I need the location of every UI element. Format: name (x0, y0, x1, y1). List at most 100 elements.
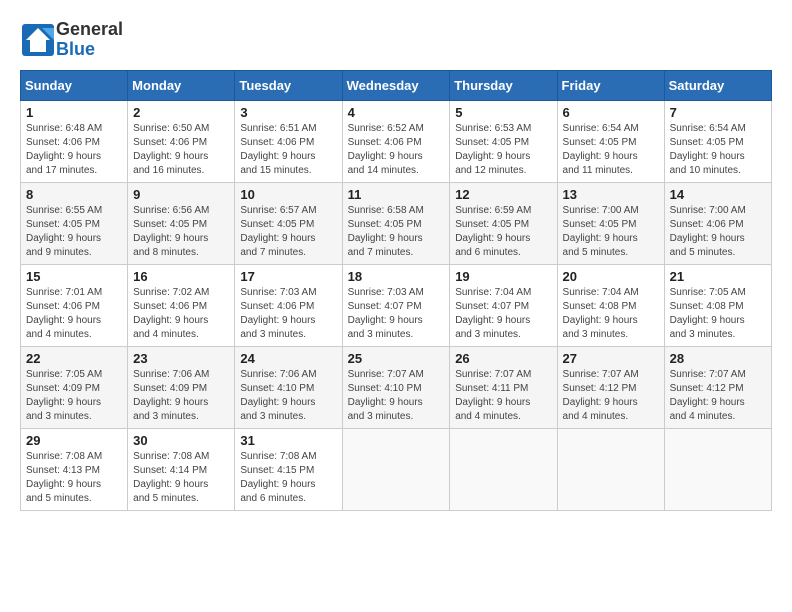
day-info: Sunrise: 6:50 AM Sunset: 4:06 PM Dayligh… (133, 122, 229, 178)
day-number: 6 (563, 105, 659, 120)
calendar-row: 1 Sunrise: 6:48 AM Sunset: 4:06 PM Daylig… (21, 100, 772, 182)
calendar-header: SundayMondayTuesdayWednesdayThursdayFrid… (21, 70, 772, 100)
day-info: Sunrise: 7:08 AM Sunset: 4:15 PM Dayligh… (240, 450, 336, 506)
day-info: Sunrise: 7:08 AM Sunset: 4:13 PM Dayligh… (26, 450, 122, 506)
calendar-cell: 29 Sunrise: 7:08 AM Sunset: 4:13 PM Dayli… (21, 428, 128, 510)
day-info: Sunrise: 6:52 AM Sunset: 4:06 PM Dayligh… (348, 122, 445, 178)
day-info: Sunrise: 7:07 AM Sunset: 4:10 PM Dayligh… (348, 368, 445, 424)
calendar-cell: 21 Sunrise: 7:05 AM Sunset: 4:08 PM Dayli… (664, 264, 771, 346)
calendar-cell: 19 Sunrise: 7:04 AM Sunset: 4:07 PM Dayli… (450, 264, 557, 346)
calendar-row: 8Sunrise: 6:55 AM Sunset: 4:05 PM Daylig… (21, 182, 772, 264)
day-info: Sunrise: 7:05 AM Sunset: 4:09 PM Dayligh… (26, 368, 122, 424)
calendar-cell (664, 428, 771, 510)
page-header: General Blue (20, 20, 772, 60)
day-info: Sunrise: 6:54 AM Sunset: 4:05 PM Dayligh… (670, 122, 766, 178)
day-number: 1 (26, 105, 122, 120)
day-number: 28 (670, 351, 766, 366)
day-header-friday: Friday (557, 70, 664, 100)
day-info: Sunrise: 7:04 AM Sunset: 4:08 PM Dayligh… (563, 286, 659, 342)
day-number: 3 (240, 105, 336, 120)
calendar-cell: 30 Sunrise: 7:08 AM Sunset: 4:14 PM Dayli… (128, 428, 235, 510)
day-info: Sunrise: 6:53 AM Sunset: 4:05 PM Dayligh… (455, 122, 551, 178)
day-number: 4 (348, 105, 445, 120)
calendar-cell: 22 Sunrise: 7:05 AM Sunset: 4:09 PM Dayli… (21, 346, 128, 428)
calendar-cell: 24Sunrise: 7:06 AM Sunset: 4:10 PM Dayli… (235, 346, 342, 428)
day-number: 21 (670, 269, 766, 284)
calendar-cell (450, 428, 557, 510)
day-number: 22 (26, 351, 122, 366)
logo: General Blue (20, 20, 123, 60)
day-number: 30 (133, 433, 229, 448)
day-number: 26 (455, 351, 551, 366)
day-number: 31 (240, 433, 336, 448)
day-info: Sunrise: 7:05 AM Sunset: 4:08 PM Dayligh… (670, 286, 766, 342)
calendar-cell: 18 Sunrise: 7:03 AM Sunset: 4:07 PM Dayli… (342, 264, 450, 346)
calendar-row: 15 Sunrise: 7:01 AM Sunset: 4:06 PM Dayli… (21, 264, 772, 346)
day-info: Sunrise: 6:56 AM Sunset: 4:05 PM Dayligh… (133, 204, 229, 260)
day-info: Sunrise: 6:58 AM Sunset: 4:05 PM Dayligh… (348, 204, 445, 260)
day-number: 11 (348, 187, 445, 202)
day-number: 27 (563, 351, 659, 366)
calendar-cell: 8Sunrise: 6:55 AM Sunset: 4:05 PM Daylig… (21, 182, 128, 264)
day-number: 13 (563, 187, 659, 202)
calendar-cell: 5Sunrise: 6:53 AM Sunset: 4:05 PM Daylig… (450, 100, 557, 182)
calendar-cell: 1 Sunrise: 6:48 AM Sunset: 4:06 PM Daylig… (21, 100, 128, 182)
day-info: Sunrise: 6:54 AM Sunset: 4:05 PM Dayligh… (563, 122, 659, 178)
day-info: Sunrise: 6:48 AM Sunset: 4:06 PM Dayligh… (26, 122, 122, 178)
day-number: 14 (670, 187, 766, 202)
day-number: 23 (133, 351, 229, 366)
calendar-cell: 27 Sunrise: 7:07 AM Sunset: 4:12 PM Dayli… (557, 346, 664, 428)
day-header-monday: Monday (128, 70, 235, 100)
calendar-cell: 16Sunrise: 7:02 AM Sunset: 4:06 PM Dayli… (128, 264, 235, 346)
day-number: 9 (133, 187, 229, 202)
calendar-cell: 9 Sunrise: 6:56 AM Sunset: 4:05 PM Daylig… (128, 182, 235, 264)
calendar-cell (557, 428, 664, 510)
calendar-cell: 12 Sunrise: 6:59 AM Sunset: 4:05 PM Dayli… (450, 182, 557, 264)
day-info: Sunrise: 7:07 AM Sunset: 4:11 PM Dayligh… (455, 368, 551, 424)
calendar-cell: 4 Sunrise: 6:52 AM Sunset: 4:06 PM Daylig… (342, 100, 450, 182)
calendar-cell: 2 Sunrise: 6:50 AM Sunset: 4:06 PM Daylig… (128, 100, 235, 182)
calendar-cell: 25 Sunrise: 7:07 AM Sunset: 4:10 PM Dayli… (342, 346, 450, 428)
calendar-table: SundayMondayTuesdayWednesdayThursdayFrid… (20, 70, 772, 511)
day-info: Sunrise: 7:06 AM Sunset: 4:09 PM Dayligh… (133, 368, 229, 424)
day-number: 15 (26, 269, 122, 284)
day-info: Sunrise: 7:03 AM Sunset: 4:07 PM Dayligh… (348, 286, 445, 342)
day-header-sunday: Sunday (21, 70, 128, 100)
calendar-cell: 14Sunrise: 7:00 AM Sunset: 4:06 PM Dayli… (664, 182, 771, 264)
calendar-cell: 28 Sunrise: 7:07 AM Sunset: 4:12 PM Dayli… (664, 346, 771, 428)
day-info: Sunrise: 6:55 AM Sunset: 4:05 PM Dayligh… (26, 204, 122, 260)
logo-icon (20, 22, 56, 58)
day-header-tuesday: Tuesday (235, 70, 342, 100)
day-number: 2 (133, 105, 229, 120)
day-info: Sunrise: 7:01 AM Sunset: 4:06 PM Dayligh… (26, 286, 122, 342)
calendar-cell: 17Sunrise: 7:03 AM Sunset: 4:06 PM Dayli… (235, 264, 342, 346)
day-number: 12 (455, 187, 551, 202)
calendar-cell: 7Sunrise: 6:54 AM Sunset: 4:05 PM Daylig… (664, 100, 771, 182)
day-info: Sunrise: 7:04 AM Sunset: 4:07 PM Dayligh… (455, 286, 551, 342)
day-number: 17 (240, 269, 336, 284)
day-header-saturday: Saturday (664, 70, 771, 100)
calendar-cell: 10Sunrise: 6:57 AM Sunset: 4:05 PM Dayli… (235, 182, 342, 264)
calendar-body: 1 Sunrise: 6:48 AM Sunset: 4:06 PM Daylig… (21, 100, 772, 510)
day-number: 24 (240, 351, 336, 366)
day-number: 25 (348, 351, 445, 366)
calendar-cell: 3 Sunrise: 6:51 AM Sunset: 4:06 PM Daylig… (235, 100, 342, 182)
calendar-cell: 26 Sunrise: 7:07 AM Sunset: 4:11 PM Dayli… (450, 346, 557, 428)
day-info: Sunrise: 7:02 AM Sunset: 4:06 PM Dayligh… (133, 286, 229, 342)
day-header-wednesday: Wednesday (342, 70, 450, 100)
day-info: Sunrise: 6:51 AM Sunset: 4:06 PM Dayligh… (240, 122, 336, 178)
day-info: Sunrise: 7:08 AM Sunset: 4:14 PM Dayligh… (133, 450, 229, 506)
day-info: Sunrise: 7:00 AM Sunset: 4:05 PM Dayligh… (563, 204, 659, 260)
day-info: Sunrise: 6:59 AM Sunset: 4:05 PM Dayligh… (455, 204, 551, 260)
day-info: Sunrise: 7:07 AM Sunset: 4:12 PM Dayligh… (563, 368, 659, 424)
day-info: Sunrise: 6:57 AM Sunset: 4:05 PM Dayligh… (240, 204, 336, 260)
calendar-cell (342, 428, 450, 510)
calendar-row: 22 Sunrise: 7:05 AM Sunset: 4:09 PM Dayli… (21, 346, 772, 428)
calendar-cell: 11 Sunrise: 6:58 AM Sunset: 4:05 PM Dayli… (342, 182, 450, 264)
day-number: 29 (26, 433, 122, 448)
day-info: Sunrise: 7:07 AM Sunset: 4:12 PM Dayligh… (670, 368, 766, 424)
day-number: 18 (348, 269, 445, 284)
calendar-cell: 15 Sunrise: 7:01 AM Sunset: 4:06 PM Dayli… (21, 264, 128, 346)
day-number: 19 (455, 269, 551, 284)
calendar-row: 29 Sunrise: 7:08 AM Sunset: 4:13 PM Dayli… (21, 428, 772, 510)
